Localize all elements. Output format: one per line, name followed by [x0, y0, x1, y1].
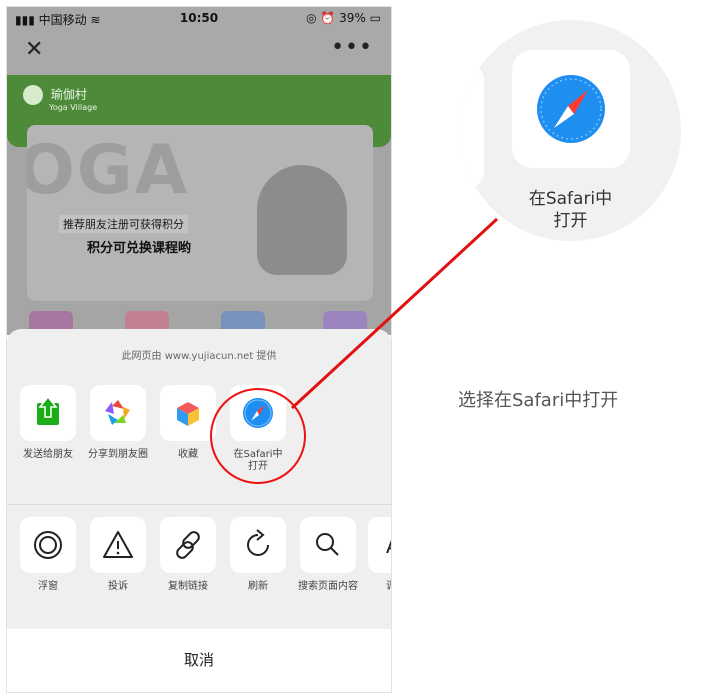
zoom-label: 在Safari中 打开	[528, 189, 613, 231]
instruction-caption: 选择在Safari中打开	[458, 390, 619, 411]
zoom-safari-icon	[512, 50, 630, 168]
zoom-neighbor-tile	[460, 64, 484, 188]
zoom-callout: 在Safari中 打开	[460, 20, 681, 241]
